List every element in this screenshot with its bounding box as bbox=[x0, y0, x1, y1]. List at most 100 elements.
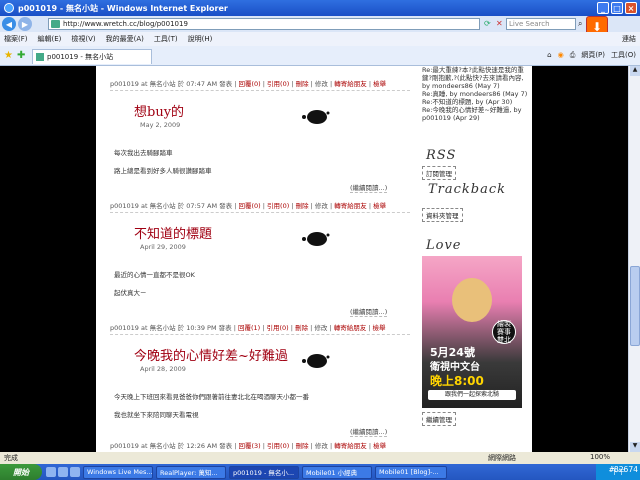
reply-link[interactable]: 回覆(0) bbox=[239, 202, 261, 210]
edit-link[interactable]: 修改 bbox=[315, 442, 328, 450]
ad-time: 晚上8:00 bbox=[430, 374, 484, 388]
menu-help[interactable]: 說明(H) bbox=[188, 34, 213, 44]
security-zone: 網際網路 bbox=[488, 454, 516, 462]
tab-favicon-icon bbox=[36, 53, 44, 61]
forward-link[interactable]: 轉寄給朋友 bbox=[334, 324, 367, 332]
recent-comments: Re:最大重練?本?此點快速是我的重鍵?剛抱歉,?(此點快?去來請看內容, by… bbox=[422, 66, 528, 122]
search-icon[interactable]: ⌕ bbox=[578, 19, 582, 29]
vertical-scrollbar[interactable]: ▲ ▼ bbox=[628, 66, 640, 452]
address-toolbar: ◀ ▶ http://www.wretch.cc/blog/p001019 ⟳ … bbox=[0, 16, 640, 32]
reply-link[interactable]: 回覆(3) bbox=[239, 442, 261, 450]
comment-link[interactable]: Re:不知道的標題, by (Apr 30) bbox=[422, 98, 528, 106]
forward-link[interactable]: 轉寄給朋友 bbox=[334, 442, 367, 450]
page-menu[interactable]: 網頁(P) bbox=[581, 50, 605, 60]
taskbar-button[interactable]: Windows Live Mes... bbox=[83, 465, 153, 479]
trackback-manage-link[interactable]: 資料夾管理 bbox=[422, 208, 463, 222]
menu-view[interactable]: 檢視(V) bbox=[71, 34, 95, 44]
ad-slogan: 跟我們一起探索北騎 bbox=[428, 390, 516, 400]
menu-file[interactable]: 檔案(F) bbox=[4, 34, 28, 44]
taskbar-button[interactable]: Mobile01 [Blog]-... bbox=[375, 465, 447, 479]
comment-link[interactable]: Re:最大重練?本?此點快速是我的重鍵?剛抱歉,?(此點快?去來請看內容, by… bbox=[422, 66, 528, 90]
quick-launch-icon[interactable] bbox=[70, 467, 80, 477]
scroll-up-icon[interactable]: ▲ bbox=[630, 66, 640, 76]
quick-launch-icon[interactable] bbox=[58, 467, 68, 477]
trackback-link[interactable]: 引用(0) bbox=[267, 80, 289, 88]
read-more-link[interactable]: (繼續閱讀...) bbox=[350, 182, 388, 193]
start-button[interactable]: 開始 bbox=[0, 464, 42, 480]
post-paragraph: 今天晚上下班回來看見爸爸你們跟著前往妻北北在喝酒聊天小都一番 bbox=[114, 393, 309, 401]
reply-link[interactable]: 回覆(1) bbox=[238, 324, 260, 332]
report-link[interactable]: 檢舉 bbox=[373, 442, 386, 450]
post-title[interactable]: 不知道的標題 bbox=[134, 223, 410, 242]
post-date: April 28, 2009 bbox=[140, 365, 186, 373]
back-button[interactable]: ◀ bbox=[2, 17, 16, 31]
ad-photo bbox=[452, 278, 492, 322]
delete-link[interactable]: 刪除 bbox=[296, 80, 309, 88]
quick-launch-icon[interactable] bbox=[46, 467, 56, 477]
refresh-icon[interactable]: ⟳ bbox=[484, 19, 494, 29]
edit-link[interactable]: 修改 bbox=[314, 324, 327, 332]
window-title: p001019 - 無名小站 - Windows Internet Explor… bbox=[18, 3, 228, 13]
post-paragraph: 我也就坐下來陪同聊天看電視 bbox=[114, 411, 199, 419]
report-link[interactable]: 檢舉 bbox=[373, 324, 386, 332]
zoom-level[interactable]: 100% bbox=[590, 453, 610, 461]
comment-link[interactable]: Re:真睡, by mondeers86 (May 7) bbox=[422, 90, 528, 98]
post-title[interactable]: 想buy的 bbox=[134, 101, 410, 120]
ink-blot-icon bbox=[302, 232, 330, 246]
edit-link[interactable]: 修改 bbox=[315, 80, 328, 88]
taskbar-button[interactable]: Mobile01 小經典 bbox=[302, 465, 372, 479]
read-more-link[interactable]: (繼續閱讀...) bbox=[350, 306, 388, 317]
rss-feed-icon[interactable]: ◉ bbox=[558, 51, 564, 59]
page-favicon-icon bbox=[51, 20, 60, 28]
forward-link[interactable]: 轉寄給朋友 bbox=[334, 202, 367, 210]
status-bar: 完成 網際網路 100% bbox=[0, 452, 640, 464]
trackback-heading: Trackback bbox=[428, 182, 507, 197]
maximize-button[interactable]: □ bbox=[611, 2, 623, 14]
search-input[interactable]: Live Search bbox=[506, 18, 576, 30]
blog-sidebar: Re:最大重練?本?此點快速是我的重鍵?剛抱歉,?(此點快?去來請看內容, by… bbox=[422, 66, 532, 452]
delete-link[interactable]: 刪除 bbox=[296, 202, 309, 210]
page-viewport: p001019 at 無名小站 於 07:47 AM 發表 | 回覆(0) | … bbox=[0, 66, 628, 452]
trackback-link[interactable]: 引用(0) bbox=[267, 202, 289, 210]
read-more-link[interactable]: (繼續閱讀...) bbox=[350, 426, 388, 437]
stop-icon[interactable]: ✕ bbox=[496, 19, 506, 29]
post: p001019 at 無名小站 於 10:39 PM 發表 | 回覆(1) | … bbox=[110, 322, 410, 437]
post-paragraph: 每次我出去騎腳踏車 bbox=[114, 149, 173, 157]
favorites-star-icon[interactable]: ★ bbox=[4, 50, 13, 61]
tab-current[interactable]: p001019 - 無名小站 bbox=[32, 49, 152, 64]
post-title[interactable]: 今晚我的心情好差~好難過 bbox=[134, 345, 410, 364]
menu-edit[interactable]: 編輯(E) bbox=[38, 34, 62, 44]
minimize-button[interactable]: _ bbox=[597, 2, 609, 14]
report-link[interactable]: 檢舉 bbox=[373, 80, 386, 88]
love-manage-link[interactable]: 繼續管理 bbox=[422, 412, 456, 426]
forward-link[interactable]: 轉寄給朋友 bbox=[334, 80, 367, 88]
trackback-link[interactable]: 引用(0) bbox=[267, 442, 289, 450]
delete-link[interactable]: 刪除 bbox=[296, 442, 309, 450]
rss-manage-link[interactable]: 訂閱管理 bbox=[422, 166, 456, 180]
tools-menu[interactable]: 工具(O) bbox=[611, 50, 636, 60]
report-link[interactable]: 檢舉 bbox=[373, 202, 386, 210]
ink-blot-icon bbox=[302, 110, 330, 124]
reply-link[interactable]: 回覆(0) bbox=[239, 80, 261, 88]
print-icon[interactable]: ⎙ bbox=[570, 51, 576, 60]
trackback-link[interactable]: 引用(0) bbox=[267, 324, 289, 332]
menu-tools[interactable]: 工具(T) bbox=[154, 34, 178, 44]
taskbar-button[interactable]: RealPlayer: 萬知... bbox=[156, 465, 226, 479]
scroll-down-icon[interactable]: ▼ bbox=[630, 442, 640, 452]
menu-favorites[interactable]: 我的最愛(A) bbox=[106, 34, 144, 44]
address-input[interactable]: http://www.wretch.cc/blog/p001019 bbox=[48, 18, 480, 30]
home-icon[interactable]: ⌂ bbox=[547, 51, 551, 59]
links-label[interactable]: 連結 bbox=[622, 34, 636, 44]
address-url: http://www.wretch.cc/blog/p001019 bbox=[63, 20, 188, 28]
quick-launch bbox=[46, 467, 80, 477]
add-favorite-icon[interactable]: ✚ bbox=[17, 50, 25, 61]
forward-button[interactable]: ▶ bbox=[18, 17, 32, 31]
comment-link[interactable]: Re:今晚我的心情好差~好難過, by p001019 (Apr 29) bbox=[422, 106, 528, 122]
close-button[interactable]: × bbox=[625, 2, 637, 14]
tv-ad-banner[interactable]: 繪製 賽事 雙北 5月24號 衛視中文台 晚上8:00 跟我們一起探索北騎 bbox=[422, 256, 522, 408]
taskbar-button[interactable]: p001019 - 無名小... bbox=[229, 465, 299, 479]
delete-link[interactable]: 刪除 bbox=[295, 324, 308, 332]
scroll-thumb[interactable] bbox=[630, 266, 640, 346]
post-meta: p001019 at 無名小站 於 07:57 AM 發表 | 回覆(0) | … bbox=[110, 200, 410, 213]
edit-link[interactable]: 修改 bbox=[315, 202, 328, 210]
